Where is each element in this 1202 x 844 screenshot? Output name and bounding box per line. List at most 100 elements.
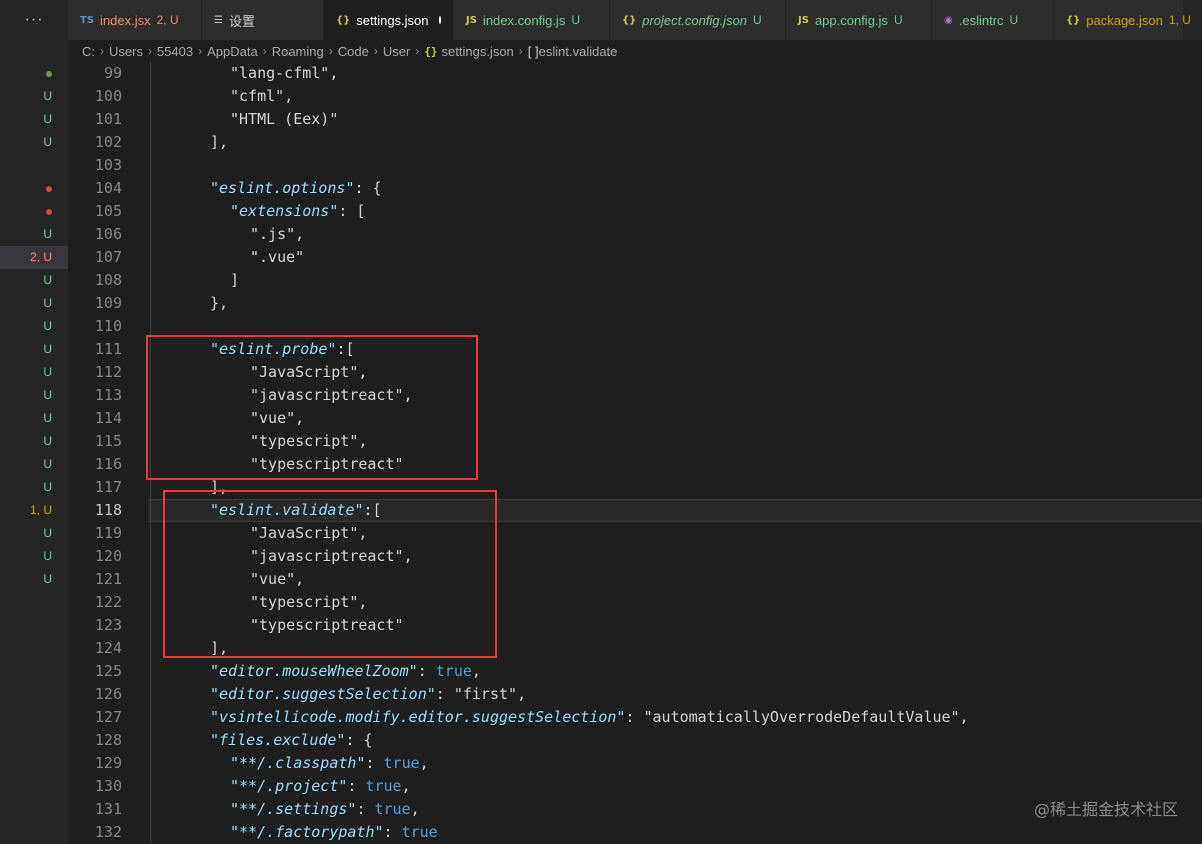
breadcrumb-segment[interactable]: Roaming [272, 44, 324, 59]
scm-status-badge: 1, U [29, 503, 52, 517]
code-line[interactable]: "eslint.options": { [210, 177, 382, 200]
breadcrumb-segment[interactable]: C: [82, 44, 95, 59]
code-token-punc: , [959, 708, 969, 726]
tab-settings-json[interactable]: {} settings.json [324, 0, 454, 40]
tab-status-badge: U [1009, 13, 1019, 27]
code-line[interactable]: "files.exclude": { [210, 729, 373, 752]
code-token-str-plain: ".js" [250, 225, 296, 243]
json-file-icon: {} [424, 44, 438, 58]
editor-tab-bar: TS index.jsx 2, U ☰ 设置 {} settings.json JS index… [68, 0, 1202, 40]
code-line[interactable]: "vsintellicode.modify.editor.suggestSele… [210, 706, 969, 729]
tab-[interactable]: ☰ 设置 [202, 0, 324, 40]
scm-status-badge: U [43, 89, 52, 103]
code-token-punc: , [419, 754, 429, 772]
code-line[interactable]: ], [210, 131, 228, 154]
scm-dot-icon [0, 177, 52, 200]
code-token-punc: , [410, 800, 420, 818]
file-type-icon: JS [798, 14, 809, 26]
breadcrumb-symbol[interactable]: eslint.validate [539, 44, 618, 59]
scm-status-badge: U [43, 572, 52, 586]
code-token-punc: : [383, 823, 402, 841]
code-token-bool: true [374, 800, 411, 818]
line-number: 130 [94, 777, 122, 795]
code-token-punc: : [347, 777, 366, 795]
more-actions-icon[interactable]: ··· [0, 0, 68, 40]
code-token-key: "**/.settings" [230, 800, 357, 818]
watermark: @稀土掘金技术社区 [1033, 800, 1178, 819]
code-token-punc: : [ [338, 202, 366, 220]
code-token-str-plain: "lang-cfml" [230, 64, 330, 82]
code-line[interactable]: "editor.suggestSelection": "first", [210, 683, 526, 706]
line-number-gutter: 99 100 101 102 103 104 105 106 107 108 109 110 111 11… [68, 62, 130, 844]
chevron-right-icon: › [100, 44, 104, 58]
code-line[interactable]: ] [230, 269, 239, 292]
line-number: 106 [94, 225, 122, 243]
code-line[interactable]: ".vue" [250, 246, 304, 269]
line-number: 128 [94, 731, 122, 749]
code-line[interactable]: "editor.mouseWheelZoom": true, [210, 660, 481, 683]
status-dot-icon [46, 208, 52, 215]
code-line[interactable]: "**/.classpath": true, [230, 752, 429, 775]
code-line[interactable]: }, [210, 292, 228, 315]
tab-index-jsx[interactable]: TS index.jsx 2, U [68, 0, 202, 40]
code-line[interactable]: "**/.settings": true, [230, 798, 420, 821]
scm-status-badge [0, 154, 52, 177]
tab-package-json[interactable]: {} package.json 1, U [1054, 0, 1191, 40]
line-number: 104 [94, 179, 122, 197]
file-type-icon: ◉ [944, 14, 953, 26]
code-token-punc: , [471, 662, 481, 680]
code-line[interactable]: ".js", [250, 223, 304, 246]
tab-eslintrc[interactable]: ◉ .eslintrc U [932, 0, 1054, 40]
file-type-icon: {} [336, 14, 351, 26]
tab-status-badge: 2, U [156, 13, 179, 27]
code-token-punc: , [329, 64, 339, 82]
line-number: 132 [94, 823, 122, 841]
code-token-punc: : [625, 708, 644, 726]
unsaved-dot-icon[interactable] [438, 16, 441, 24]
code-token-key: "**/.factorypath" [230, 823, 384, 841]
breadcrumb-file[interactable]: settings.json [442, 44, 514, 59]
line-number: 121 [94, 570, 122, 588]
code-token-punc: : [365, 754, 384, 772]
line-number: 100 [94, 87, 122, 105]
tab-index-config-js[interactable]: JS index.config.js U [454, 0, 610, 40]
line-number: 120 [94, 547, 122, 565]
code-line[interactable]: "lang-cfml", [230, 62, 338, 85]
scm-dot-icon [0, 62, 52, 85]
chevron-right-icon: › [415, 44, 420, 58]
code-token-key: "editor.suggestSelection" [210, 685, 436, 703]
breadcrumb-segment[interactable]: Users [109, 44, 143, 59]
array-symbol-icon: [ ] [527, 43, 539, 59]
code-line[interactable]: "**/.project": true, [230, 775, 411, 798]
code-line[interactable]: "**/.factorypath": true [230, 821, 438, 844]
line-number: 107 [94, 248, 122, 266]
code-token-bool: true [365, 777, 402, 795]
file-type-icon: {} [622, 14, 637, 26]
code-token-key: "eslint.options" [210, 179, 355, 197]
line-number: 114 [94, 409, 122, 427]
chevron-right-icon: › [147, 44, 152, 58]
scm-status-badge: U [43, 112, 52, 126]
breadcrumb-segment[interactable]: User [383, 44, 410, 59]
code-token-str-plain: "first" [453, 685, 518, 703]
code-token-str-plain: "cfml" [230, 87, 285, 105]
line-number: 116 [94, 455, 122, 473]
tab-app-config-js[interactable]: JS app.config.js U [786, 0, 932, 40]
code-token-str-plain: ".vue" [250, 248, 305, 266]
code-line[interactable]: "extensions": [ [230, 200, 365, 223]
status-dot-icon [46, 70, 52, 77]
breadcrumb-segment[interactable]: Code [338, 44, 369, 59]
code-token-bool: true [401, 823, 438, 841]
tab-project-config-json[interactable]: {} project.config.json U [610, 0, 786, 40]
line-number: 102 [94, 133, 122, 151]
scm-status-badge: 2, U [0, 246, 68, 269]
breadcrumb-segment[interactable]: 55403 [157, 44, 193, 59]
breadcrumb-segment[interactable]: AppData [207, 44, 258, 59]
code-line[interactable]: "HTML (Eex)" [230, 108, 338, 131]
tab-label: 设置 [228, 13, 255, 29]
scm-status-badge: U [43, 457, 52, 471]
code-line[interactable]: "cfml", [230, 85, 293, 108]
code-editor[interactable]: 99 100 101 102 103 104 105 106 107 108 109 110 111 11… [68, 62, 1202, 844]
scm-status-badge: U [43, 365, 52, 379]
scm-status-badge: U [43, 549, 52, 563]
